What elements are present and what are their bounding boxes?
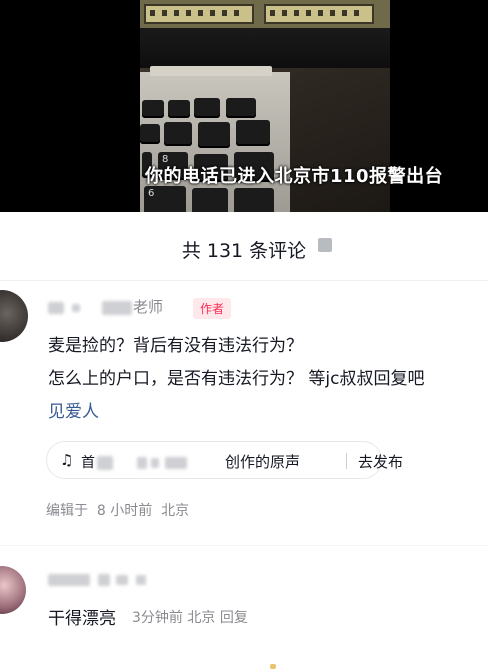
video-preview[interactable]: 8 6 你的电话已进入北京市110报警出台: [0, 0, 488, 212]
original-sound-chip[interactable]: ♫ 首 创作的原声 去发布: [46, 441, 403, 479]
laptop-bezel: [140, 28, 390, 68]
header-divider: [0, 280, 488, 281]
laptop-hinge: [150, 66, 272, 76]
chip-divider: [346, 453, 347, 469]
edited-label: 编辑于: [46, 503, 88, 519]
author-badge: 作者: [193, 298, 232, 319]
comment-text-line: 怎么上的户口，是否有违法行为？ 等jc叔叔回复吧: [48, 369, 425, 389]
comment-username[interactable]: 老师: [48, 296, 163, 317]
sound-name: 创作的原声: [225, 453, 301, 471]
comment-text-line: 麦是捡的？背后有没有违法行为？: [48, 336, 303, 356]
laptop-screen: [140, 0, 390, 28]
comment-mention-link[interactable]: 见爱人: [48, 397, 99, 422]
music-note-icon: ♫: [60, 451, 74, 469]
sound-owner: 首: [81, 452, 187, 472]
comment-time: 3分钟前: [132, 610, 183, 626]
key-label: 6: [148, 188, 155, 199]
comment-location: 北京: [187, 610, 216, 626]
next-comment-peek: [270, 664, 276, 669]
comment-time: 8 小时前: [96, 503, 153, 519]
comment-meta: 编辑于 8 小时前 北京: [46, 500, 189, 520]
comment-meta: 3分钟前 北京 回复: [132, 607, 248, 627]
publish-button[interactable]: 去发布: [358, 451, 403, 472]
comment-username[interactable]: [48, 570, 146, 588]
comment-location: 北京: [161, 503, 190, 519]
comment-text-line: 干得漂亮: [48, 609, 116, 629]
username-text: 老师: [133, 298, 164, 316]
laptop-keyboard: 8 6: [140, 72, 290, 212]
avatar[interactable]: [0, 290, 28, 342]
reply-button[interactable]: 回复: [220, 610, 248, 626]
close-icon[interactable]: [318, 238, 332, 252]
comment-divider: [0, 545, 488, 546]
comment-count-title: 共 131 条评论: [181, 240, 307, 262]
video-caption: 你的电话已进入北京市110报警出台: [145, 166, 444, 187]
avatar[interactable]: [0, 566, 26, 614]
